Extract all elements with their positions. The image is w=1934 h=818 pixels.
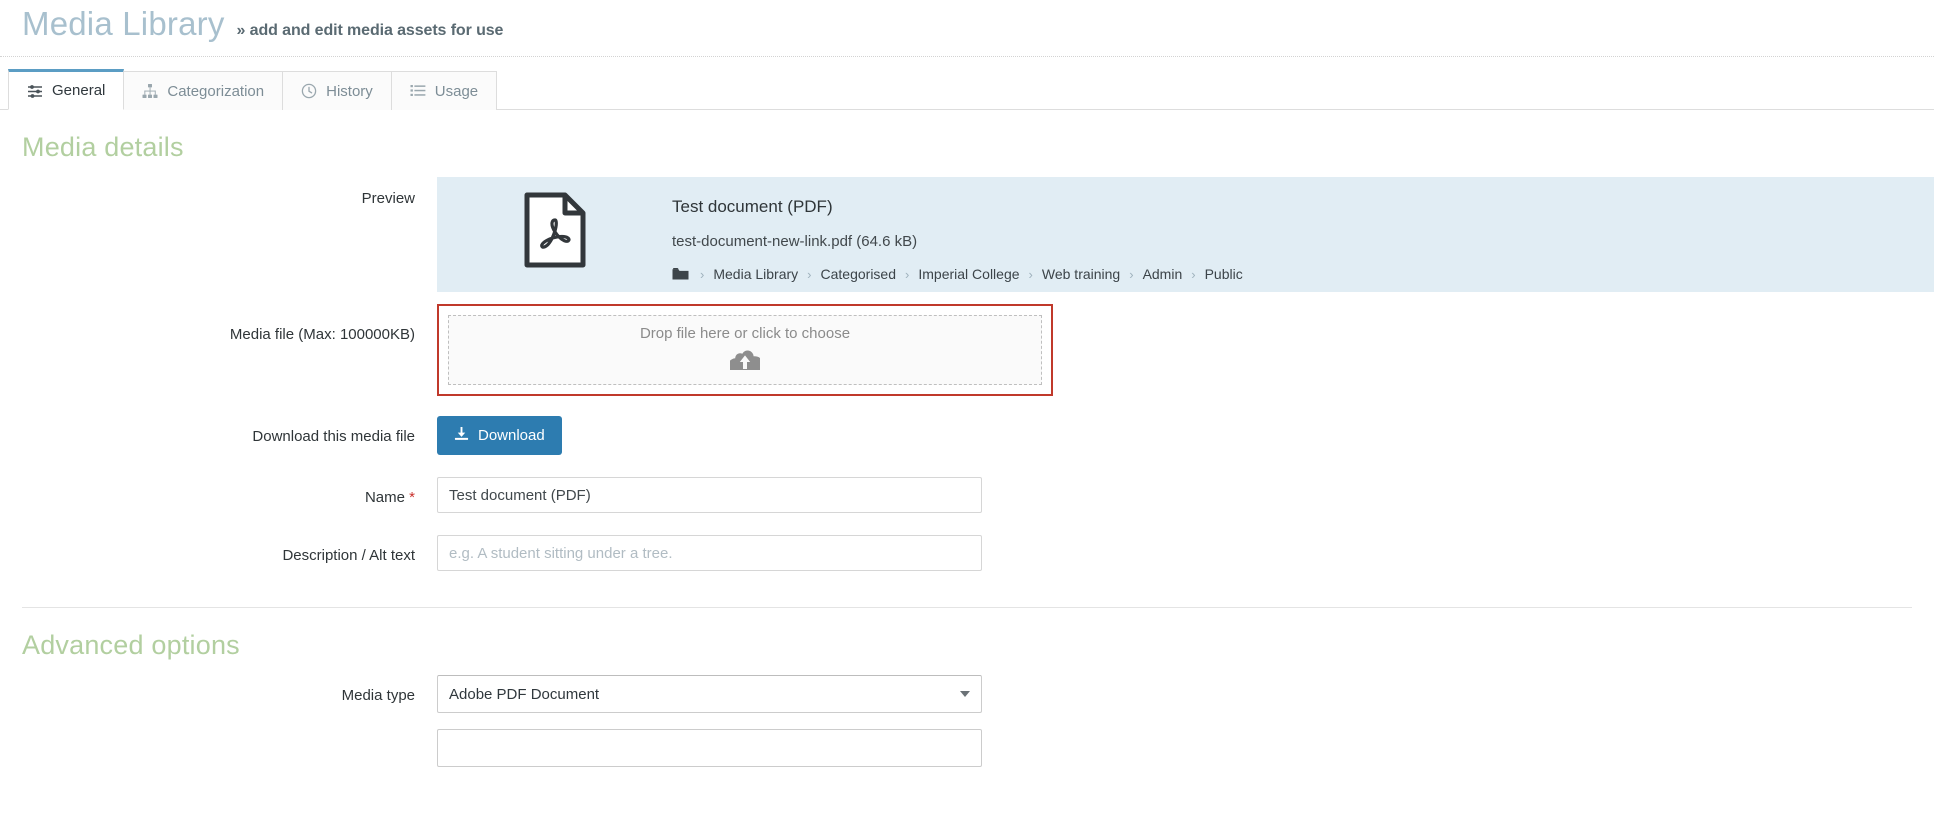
description-row: Description / Alt text (0, 535, 1934, 571)
next-field-row-partial (0, 729, 1934, 767)
folder-icon (672, 267, 689, 281)
description-input[interactable] (437, 535, 982, 571)
page-header: Media Library » add and edit media asset… (0, 0, 1934, 52)
list-icon (410, 83, 426, 99)
required-marker: * (409, 489, 415, 506)
breadcrumb-item-public[interactable]: Public (1205, 266, 1243, 282)
pdf-file-icon (437, 187, 672, 269)
name-input[interactable] (437, 477, 982, 513)
header-divider (0, 56, 1934, 57)
page-subtitle: » add and edit media assets for use (237, 22, 504, 40)
breadcrumb-item-web-training[interactable]: Web training (1042, 266, 1120, 282)
preview-meta: Test document (PDF) test-document-new-li… (672, 187, 1243, 282)
download-label: Download this media file (0, 416, 437, 446)
download-row: Download this media file Download (0, 416, 1934, 455)
breadcrumb-separator: › (905, 267, 909, 282)
media-type-select[interactable]: Adobe PDF Document (437, 675, 982, 713)
breadcrumb-separator: › (1191, 267, 1195, 282)
media-type-row: Media type Adobe PDF Document (0, 675, 1934, 713)
media-type-select-wrap: Adobe PDF Document (437, 675, 982, 713)
breadcrumb-separator: › (807, 267, 811, 282)
download-button[interactable]: Download (437, 416, 562, 455)
download-button-label: Download (478, 427, 545, 444)
tab-categorization-label: Categorization (167, 83, 264, 100)
breadcrumb: › Media Library › Categorised › Imperial… (672, 266, 1243, 282)
breadcrumb-separator: › (700, 267, 704, 282)
breadcrumb-item-categorised[interactable]: Categorised (821, 266, 897, 282)
advanced-options-heading: Advanced options (0, 608, 1934, 675)
name-label: Name * (0, 477, 437, 507)
media-type-label: Media type (0, 675, 437, 705)
breadcrumb-separator: › (1029, 267, 1033, 282)
preview-panel: Test document (PDF) test-document-new-li… (437, 177, 1934, 292)
tab-usage-label: Usage (435, 83, 478, 100)
sliders-icon (27, 83, 43, 99)
breadcrumb-separator: › (1129, 267, 1133, 282)
breadcrumb-item-admin[interactable]: Admin (1143, 266, 1183, 282)
preview-title: Test document (PDF) (672, 197, 1243, 217)
tab-general-label: General (52, 82, 105, 99)
tab-bar: General Categorization (0, 70, 1934, 110)
name-row: Name * (0, 477, 1934, 513)
tab-usage[interactable]: Usage (392, 71, 497, 110)
breadcrumb-item-imperial-college[interactable]: Imperial College (918, 266, 1019, 282)
clock-icon (301, 83, 317, 99)
page-title: Media Library (22, 6, 225, 42)
breadcrumb-item-media-library[interactable]: Media Library (713, 266, 798, 282)
media-library-page: Media Library » add and edit media asset… (0, 0, 1934, 818)
description-label: Description / Alt text (0, 535, 437, 565)
name-label-text: Name (365, 489, 405, 506)
media-type-value: Adobe PDF Document (449, 686, 599, 703)
tab-categorization[interactable]: Categorization (124, 71, 283, 110)
next-field-input[interactable] (437, 729, 982, 767)
preview-row: Preview Test document (PDF) test-documen… (0, 177, 1934, 292)
sitemap-icon (142, 83, 158, 99)
media-details-heading: Media details (0, 110, 1934, 177)
dropzone-text: Drop file here or click to choose (640, 325, 850, 342)
download-icon (454, 426, 469, 445)
tab-history-label: History (326, 83, 373, 100)
tab-history[interactable]: History (283, 71, 392, 110)
media-file-row: Media file (Max: 100000KB) Drop file her… (0, 304, 1934, 396)
file-dropzone[interactable]: Drop file here or click to choose (448, 315, 1042, 385)
dropzone-highlight: Drop file here or click to choose (437, 304, 1053, 396)
cloud-upload-icon (730, 348, 760, 375)
tab-general[interactable]: General (8, 69, 124, 110)
preview-filename: test-document-new-link.pdf (64.6 kB) (672, 233, 1243, 250)
preview-label: Preview (0, 177, 437, 208)
media-file-label: Media file (Max: 100000KB) (0, 304, 437, 344)
